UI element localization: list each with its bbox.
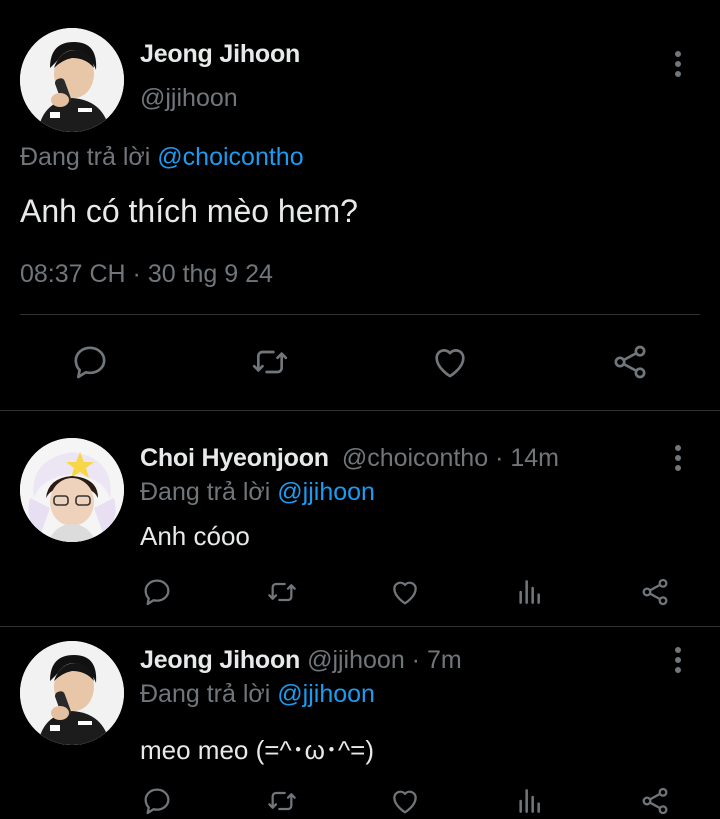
reply-icon (144, 788, 170, 815)
reply-time[interactable]: · 7m (412, 646, 462, 674)
share-icon (642, 578, 668, 606)
retweet-icon (268, 791, 296, 811)
reply-to-handle[interactable]: @choicontho (157, 143, 303, 171)
divider (0, 626, 720, 627)
share-button[interactable] (638, 785, 672, 817)
like-button[interactable] (429, 342, 471, 382)
views-icon (519, 789, 540, 813)
more-options-button[interactable] (666, 645, 690, 675)
avatar-image (20, 28, 124, 132)
tweet-text: Anh có thích mèo hem? (20, 193, 358, 229)
tweet-timestamp[interactable]: 08:37 CH · 30 thg 9 24 (20, 260, 273, 289)
avatar-image (20, 641, 124, 745)
reply-author-name[interactable]: Jeong Jihoon (140, 646, 300, 674)
divider (0, 410, 720, 411)
more-options-button[interactable] (666, 443, 690, 473)
reply-context: Đang trả lời @choicontho (20, 143, 304, 172)
divider (20, 314, 700, 315)
heart-icon (393, 790, 417, 814)
share-button[interactable] (609, 342, 651, 382)
reply-button[interactable] (141, 576, 173, 608)
views-button[interactable] (514, 576, 546, 608)
more-options-button[interactable] (666, 49, 690, 79)
avatar-image (20, 438, 124, 542)
reply-author-name[interactable]: Choi Hyeonjoon (140, 444, 329, 472)
reply-author-handle[interactable]: @jjihoon (307, 646, 405, 674)
reply-time[interactable]: · 14m (495, 444, 559, 472)
reply-context: Đang trả lời @jjihoon (140, 680, 375, 709)
reply-icon (144, 579, 170, 606)
reply-header: Jeong Jihoon @jjihoon · 7m (140, 646, 462, 675)
heart-icon (435, 349, 465, 378)
more-icon (675, 51, 681, 57)
reply-author-handle[interactable]: @choicontho (342, 444, 488, 472)
author-display-name[interactable]: Jeong Jihoon (140, 40, 300, 69)
heart-icon (393, 581, 417, 605)
more-icon (675, 647, 681, 653)
share-icon (614, 345, 646, 379)
reply-text: meo meo (=^･ω･^=) (140, 735, 374, 765)
avatar-jeong-jihoon[interactable] (20, 641, 124, 745)
reply-prefix: Đang trả lời (140, 680, 271, 708)
reply-text: Anh cóoo (140, 521, 250, 551)
avatar-choi-hyeonjoon[interactable] (20, 438, 124, 542)
more-icon (675, 445, 681, 451)
reply-button[interactable] (141, 785, 173, 817)
retweet-button[interactable] (265, 785, 299, 817)
share-icon (642, 787, 668, 815)
reply-button[interactable] (70, 342, 110, 382)
reply-context: Đang trả lời @jjihoon (140, 478, 375, 507)
reply-icon (74, 346, 106, 379)
reply-header: Choi Hyeonjoon @choicontho · 14m (140, 444, 559, 473)
reply-prefix: Đang trả lời (20, 143, 151, 171)
reply-to-handle[interactable]: @jjihoon (277, 680, 375, 708)
reply-prefix: Đang trả lời (140, 478, 271, 506)
retweet-icon (252, 350, 288, 374)
retweet-button[interactable] (249, 342, 291, 382)
views-icon (519, 580, 540, 604)
like-button[interactable] (388, 785, 422, 817)
share-button[interactable] (638, 576, 672, 608)
avatar-jeong-jihoon[interactable] (20, 28, 124, 132)
retweet-button[interactable] (265, 576, 299, 608)
retweet-icon (268, 582, 296, 602)
like-button[interactable] (388, 576, 422, 608)
views-button[interactable] (514, 785, 546, 817)
reply-to-handle[interactable]: @jjihoon (277, 478, 375, 506)
author-handle[interactable]: @jjihoon (140, 84, 238, 113)
